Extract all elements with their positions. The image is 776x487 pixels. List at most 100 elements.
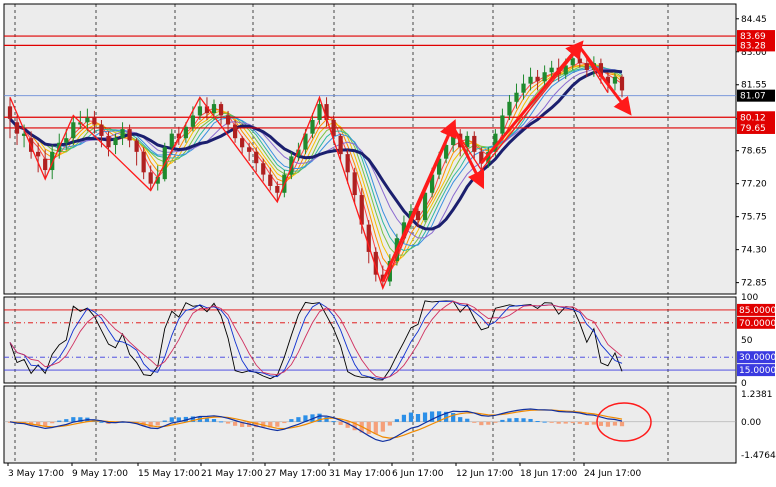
candle-body[interactable] [268, 174, 273, 186]
macd-histogram-bar[interactable] [549, 421, 554, 423]
candle-body[interactable] [451, 133, 456, 146]
macd-histogram-bar[interactable] [162, 420, 167, 422]
macd-histogram-bar[interactable] [289, 419, 294, 422]
candle-body[interactable] [71, 122, 76, 139]
candle-body[interactable] [352, 172, 357, 196]
macd-histogram-bar[interactable] [232, 421, 238, 426]
macd-histogram-bar[interactable] [64, 419, 69, 422]
candle-body[interactable] [528, 76, 533, 84]
macd-histogram-bar[interactable] [605, 421, 611, 427]
macd-histogram-bar[interactable] [99, 421, 104, 423]
macd-histogram-bar[interactable] [380, 421, 385, 432]
macd-histogram-bar[interactable] [535, 421, 540, 423]
macd-histogram-bar[interactable] [521, 418, 526, 422]
candle-body[interactable] [92, 117, 97, 125]
macd-histogram-bar[interactable] [169, 417, 174, 422]
candle-body[interactable] [514, 92, 519, 102]
macd-histogram-bar[interactable] [507, 418, 512, 422]
candle-body[interactable] [619, 76, 625, 91]
candle-body[interactable] [345, 154, 350, 173]
candle-body[interactable] [183, 126, 188, 139]
candle-body[interactable] [535, 76, 540, 82]
candle-body[interactable] [542, 72, 547, 82]
candle-body[interactable] [310, 120, 315, 134]
macd-histogram-bar[interactable] [401, 414, 407, 422]
macd-histogram-bar[interactable] [338, 421, 343, 425]
candle-body[interactable] [584, 63, 589, 70]
candle-body[interactable] [275, 185, 280, 193]
macd-histogram-bar[interactable] [556, 421, 561, 424]
candle-body[interactable] [240, 138, 245, 148]
trading-chart[interactable]: 84.4583.0081.5580.0578.6577.2075.7574.30… [0, 0, 776, 487]
candle-body[interactable] [225, 115, 231, 125]
macd-histogram-bar[interactable] [366, 421, 371, 434]
macd-histogram-bar[interactable] [373, 421, 378, 435]
macd-histogram-bar[interactable] [275, 421, 280, 427]
macd-histogram-bar[interactable] [211, 419, 217, 422]
candle-body[interactable] [211, 104, 217, 114]
candle-body[interactable] [521, 83, 526, 93]
candle-body[interactable] [134, 140, 139, 152]
candle-body[interactable] [612, 76, 618, 84]
macd-histogram-bar[interactable] [458, 417, 463, 422]
candle-body[interactable] [338, 135, 343, 155]
macd-histogram-bar[interactable] [570, 421, 575, 424]
candle-body[interactable] [14, 122, 20, 134]
candle-body[interactable] [141, 151, 146, 173]
candle-body[interactable] [507, 101, 512, 116]
macd-histogram-bar[interactable] [514, 418, 519, 422]
macd-histogram-bar[interactable] [465, 418, 470, 422]
candle-body[interactable] [570, 58, 575, 66]
macd-histogram-bar[interactable] [577, 421, 582, 424]
macd-histogram-bar[interactable] [282, 421, 287, 424]
macd-histogram-bar[interactable] [415, 414, 421, 422]
macd-histogram-bar[interactable] [204, 418, 210, 422]
macd-histogram-bar[interactable] [394, 419, 400, 422]
macd-histogram-bar[interactable] [50, 421, 55, 424]
candle-body[interactable] [113, 138, 118, 146]
macd-histogram-bar[interactable] [563, 421, 568, 424]
macd-histogram-bar[interactable] [218, 421, 224, 423]
candle-body[interactable] [36, 151, 41, 157]
candle-body[interactable] [197, 106, 203, 116]
candle-body[interactable] [500, 115, 505, 134]
price-panel[interactable]: 84.4583.0081.5580.0578.6577.2075.7574.30… [3, 3, 775, 295]
macd-histogram-bar[interactable] [479, 421, 484, 426]
macd-histogram-bar[interactable] [71, 417, 76, 422]
candle-body[interactable] [422, 192, 428, 221]
candle-body[interactable] [43, 158, 48, 171]
macd-histogram-bar[interactable] [57, 420, 62, 422]
candle-body[interactable] [218, 104, 224, 116]
macd-histogram-bar[interactable] [225, 421, 231, 424]
macd-histogram-bar[interactable] [422, 412, 428, 422]
macd-histogram-bar[interactable] [296, 417, 301, 422]
macd-histogram-bar[interactable] [493, 421, 498, 423]
candle-body[interactable] [120, 129, 125, 139]
candle-body[interactable] [99, 124, 104, 136]
candle-body[interactable] [169, 133, 174, 148]
candle-body[interactable] [232, 124, 238, 139]
macd-histogram-bar[interactable] [619, 421, 625, 427]
candle-body[interactable] [577, 58, 582, 64]
macd-histogram-bar[interactable] [387, 421, 392, 426]
candle-body[interactable] [106, 135, 111, 148]
candle-body[interactable] [472, 135, 477, 152]
candle-body[interactable] [85, 117, 90, 123]
macd-histogram-bar[interactable] [331, 421, 336, 423]
candle-body[interactable] [254, 151, 259, 164]
macd-histogram-bar[interactable] [612, 421, 618, 426]
candle-body[interactable] [317, 104, 322, 120]
macd-histogram-bar[interactable] [408, 412, 414, 422]
candle-body[interactable] [261, 163, 266, 175]
macd-histogram-bar[interactable] [472, 421, 477, 423]
candle-body[interactable] [549, 67, 554, 73]
macd-histogram-bar[interactable] [528, 418, 533, 422]
oscillator-panel[interactable]: 100 50 0 85.0000 70.0000 30.0000 15.0000 [3, 293, 776, 389]
macd-histogram-bar[interactable] [155, 421, 160, 426]
macd-panel[interactable]: 1.2381 0.00 -1.4764 [3, 385, 776, 464]
macd-histogram-bar[interactable] [542, 421, 547, 423]
candle-body[interactable] [247, 147, 252, 152]
macd-histogram-bar[interactable] [591, 421, 596, 425]
macd-histogram-bar[interactable] [500, 419, 505, 422]
candle-body[interactable] [64, 138, 69, 143]
